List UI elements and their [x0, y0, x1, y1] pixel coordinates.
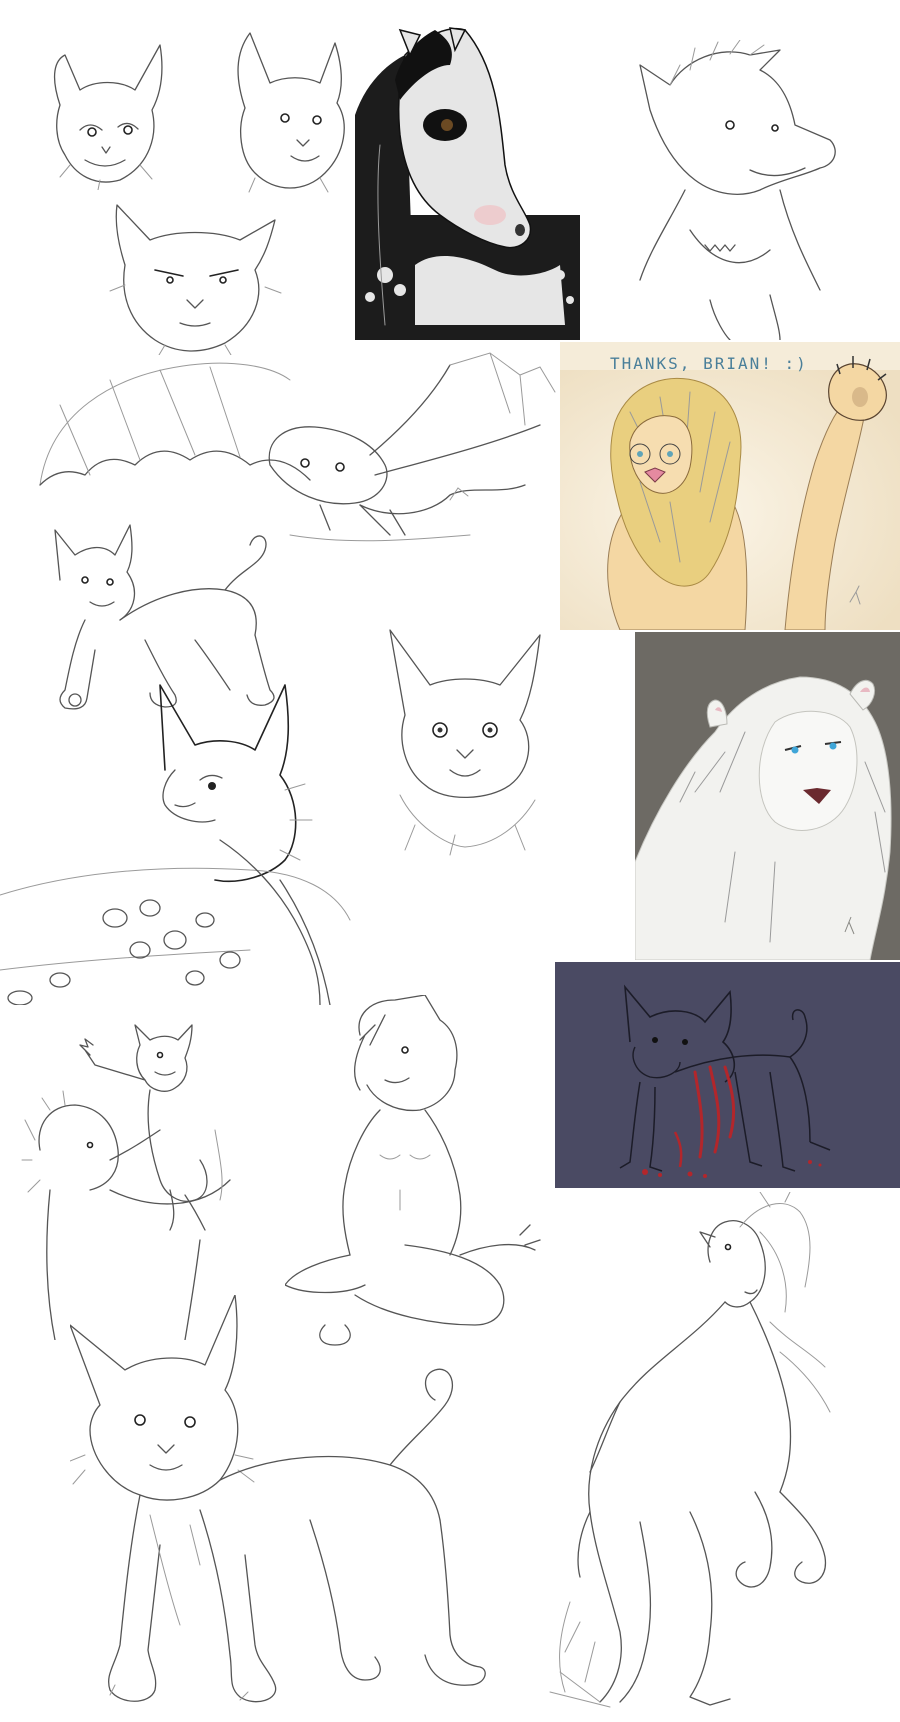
- lynx-holding-puppy-sketch: [20, 1010, 235, 1340]
- lynx-head-front-sketch: [385, 625, 545, 860]
- pinto-horse-portrait: [355, 25, 580, 340]
- anthro-wolf-portrait-sketch: [630, 40, 850, 340]
- sketch-sheet: THANKS, BRIAN! :): [0, 0, 900, 1722]
- wounded-lynx-night-panel: [555, 962, 900, 1188]
- white-lion-portrait: [635, 632, 900, 960]
- rearing-horse-sketch: [540, 1192, 860, 1717]
- lynx-head-sketch-2: [225, 28, 355, 198]
- lynx-head-sketch-1: [40, 35, 170, 190]
- lynx-standing-full-body-sketch: [70, 1295, 495, 1715]
- thanks-caption: THANKS, BRIAN! :): [610, 354, 808, 373]
- spotted-lynx-large-sketch: [0, 680, 360, 1005]
- blond-lion-thanks-panel: THANKS, BRIAN! :): [560, 342, 900, 630]
- lynx-head-sketch-3-angry: [105, 195, 285, 355]
